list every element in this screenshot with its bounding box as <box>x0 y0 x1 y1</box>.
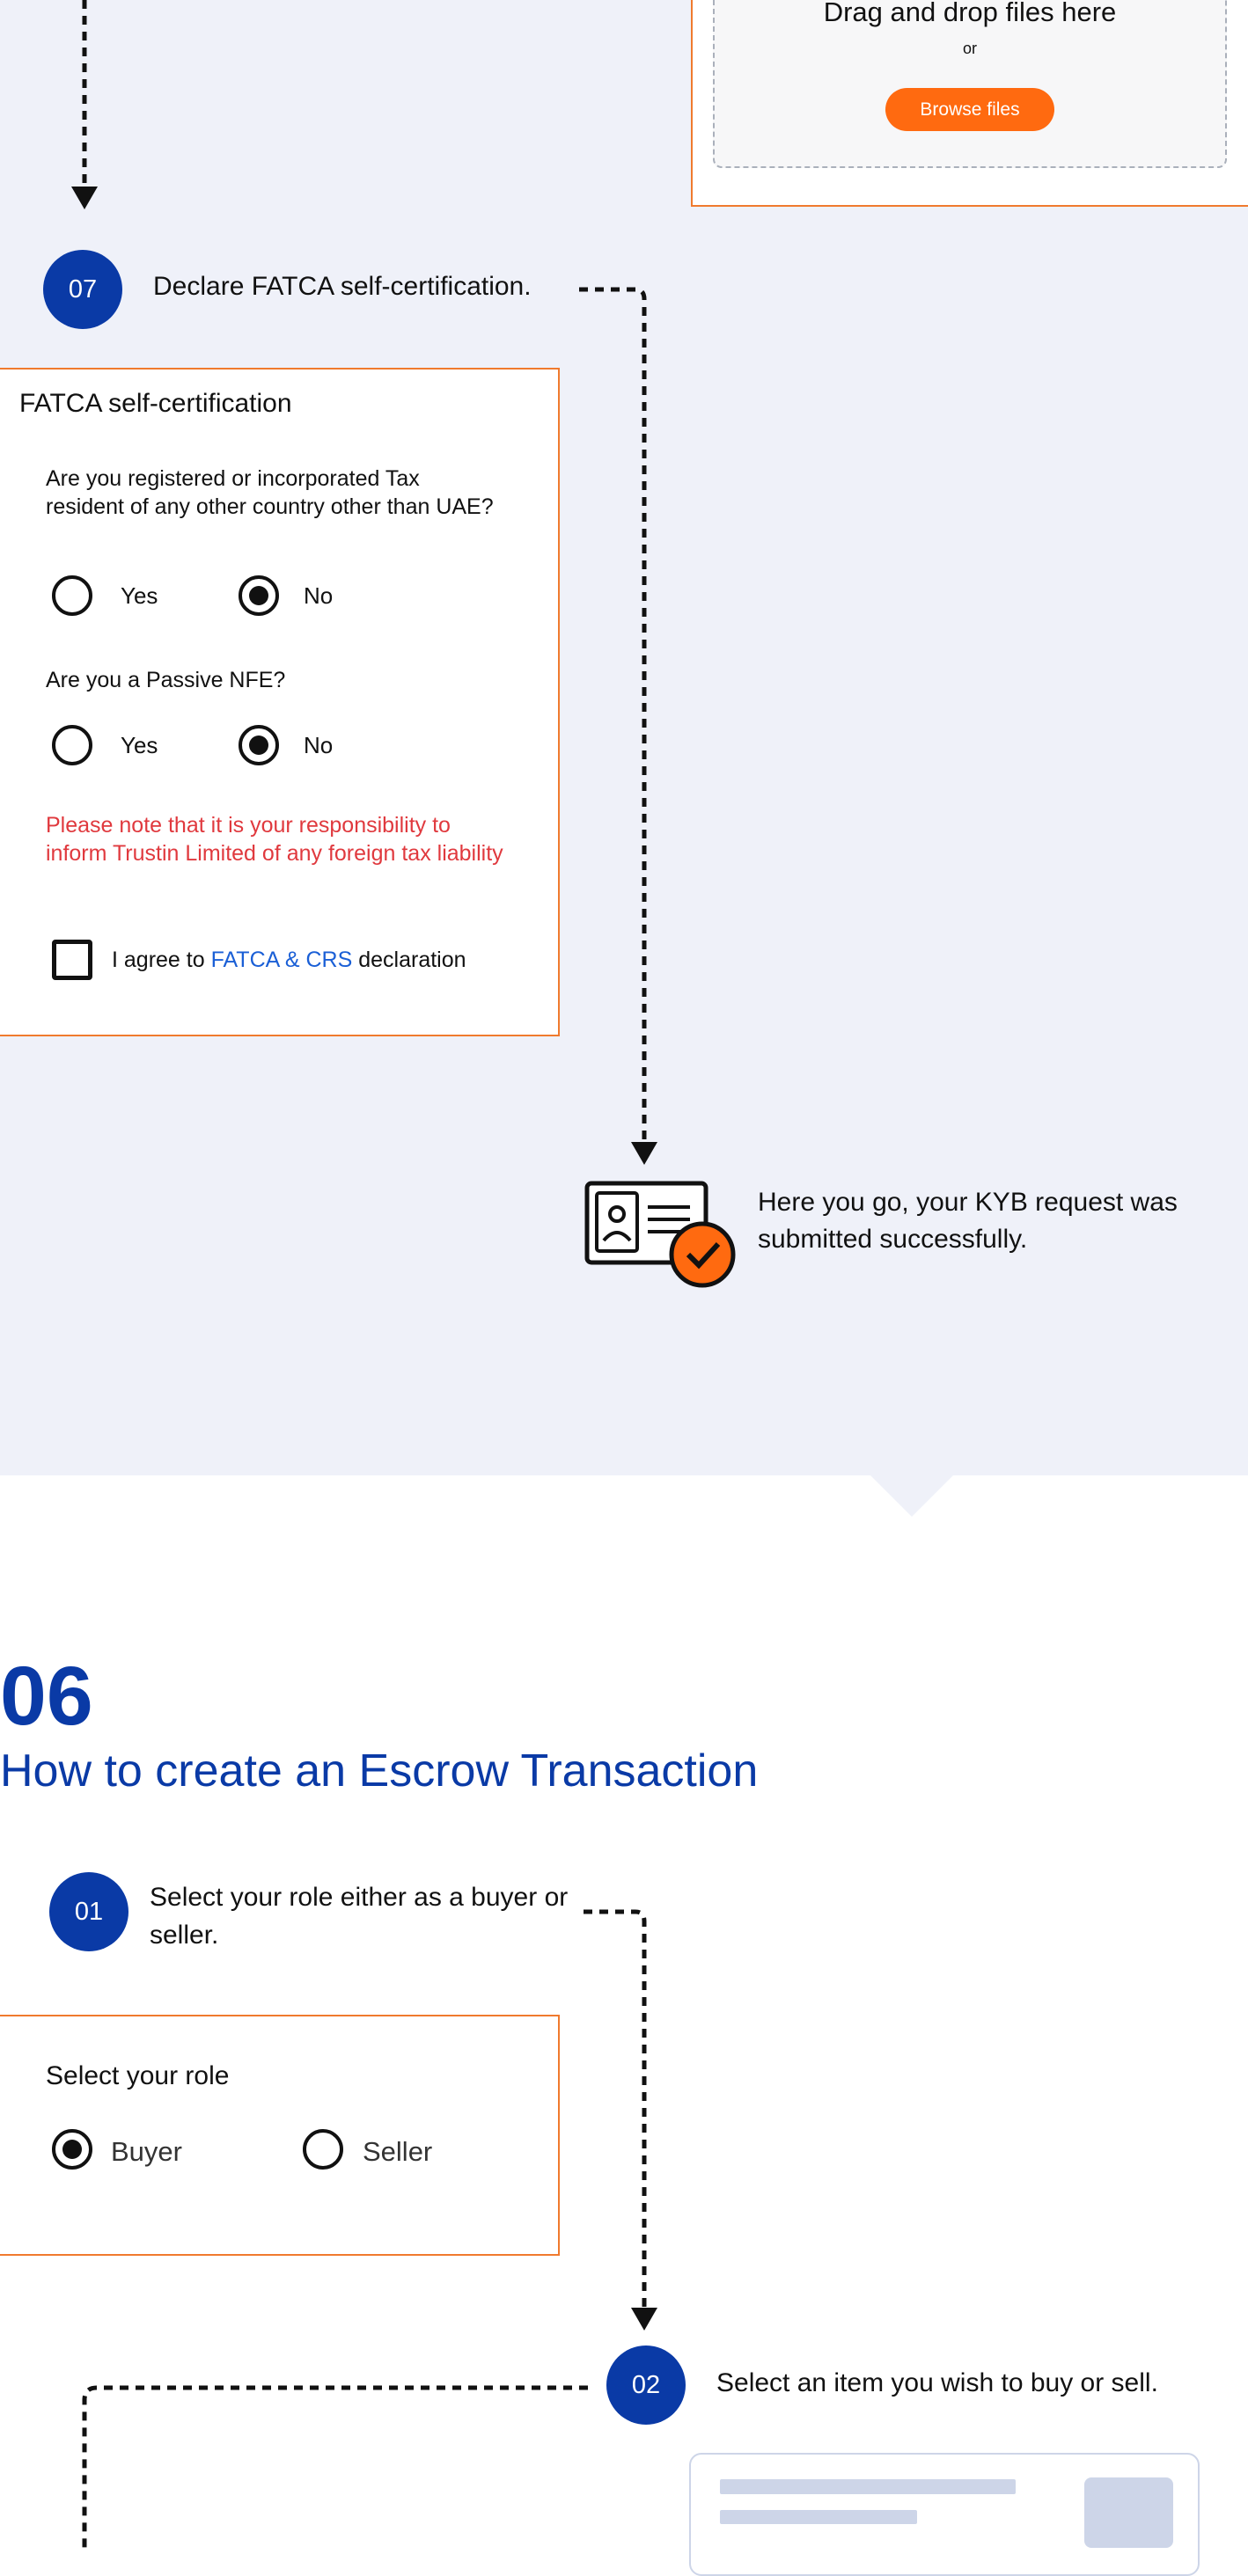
tax-resident-no-label: No <box>304 582 334 609</box>
connector-step07-to-success <box>579 287 647 1142</box>
buyer-radio[interactable] <box>52 2129 92 2170</box>
skeleton-line <box>720 2510 917 2524</box>
arrow-down-icon <box>631 2308 657 2331</box>
tax-resident-yes-label: Yes <box>121 582 158 609</box>
fatca-agree-checkbox[interactable] <box>52 940 92 980</box>
connector-step01-to-step02 <box>584 1909 647 2308</box>
seller-label: Seller <box>363 2136 433 2167</box>
step-02-badge: 02 <box>606 2345 686 2425</box>
arrow-down-icon <box>631 1142 657 1165</box>
browse-files-button[interactable]: Browse files <box>885 88 1054 131</box>
fatca-agree-text: I agree to FATCA & CRS declaration <box>112 948 466 973</box>
passive-nfe-no-label: No <box>304 732 334 758</box>
tax-resident-yes-radio[interactable] <box>52 575 92 616</box>
tax-resident-no-radio[interactable] <box>239 575 279 616</box>
agree-prefix: I agree to <box>112 948 205 972</box>
step-01-badge: 01 <box>49 1872 128 1951</box>
passive-nfe-yes-label: Yes <box>121 732 158 758</box>
role-card-title: Select your role <box>46 2061 230 2090</box>
buyer-label: Buyer <box>111 2136 182 2167</box>
seller-radio[interactable] <box>303 2129 343 2170</box>
skeleton-image <box>1084 2477 1173 2548</box>
connector-step02-down <box>82 2385 588 2548</box>
fatca-crs-link[interactable]: FATCA & CRS <box>211 948 353 972</box>
step-01-text: Select your role either as a buyer or se… <box>150 1883 569 1950</box>
kyb-success-message: Here you go, your KYB request was submit… <box>758 1188 1178 1254</box>
drop-zone-or: or <box>962 40 977 57</box>
agree-suffix: declaration <box>358 948 466 972</box>
passive-nfe-no-radio[interactable] <box>239 725 279 765</box>
arrow-down-icon <box>71 187 98 209</box>
step-07-badge: 07 <box>43 250 122 329</box>
step-02-text: Select an item you wish to buy or sell. <box>716 2368 1158 2397</box>
step-07-text: Declare FATCA self-certification. <box>153 272 532 301</box>
section-number: 06 <box>0 1650 93 1743</box>
foreign-tax-notice: Please note that it is your responsibili… <box>46 813 503 866</box>
fatca-question-passive-nfe: Are you a Passive NFE? <box>46 668 286 692</box>
fatca-question-tax-resident: Are you registered or incorporated Tax r… <box>46 466 494 519</box>
passive-nfe-yes-radio[interactable] <box>52 725 92 765</box>
skeleton-line <box>720 2479 1016 2494</box>
id-card-check-icon <box>584 1181 736 1288</box>
fatca-title: FATCA self-certification <box>19 389 292 418</box>
drop-zone-text: Drag and drop files here <box>823 0 1117 27</box>
section-title: How to create an Escrow Transaction <box>0 1745 759 1797</box>
